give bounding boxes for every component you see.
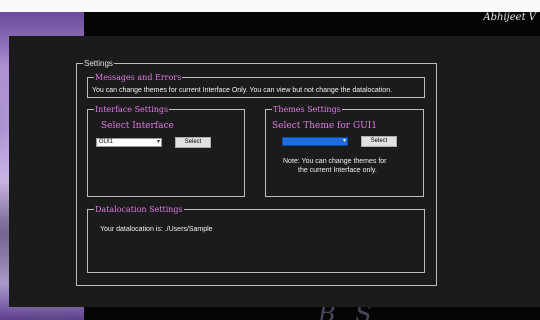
settings-legend: Settings [84, 59, 113, 68]
datalocation-legend: Datalocation Settings [95, 205, 183, 214]
themes-legend: Themes Settings [273, 105, 341, 114]
themes-group: Themes Settings [265, 105, 424, 197]
interface-dropdown[interactable]: GUI1 ▾ [96, 138, 162, 147]
interface-legend: Interface Settings [95, 105, 169, 114]
chevron-down-icon: ▾ [342, 138, 346, 144]
theme-dropdown[interactable]: ▾ [282, 137, 348, 146]
interface-dropdown-value: GUI1 [99, 139, 114, 145]
datalocation-text: Your datalocation is: ./Users/Sample [100, 226, 213, 233]
chevron-down-icon: ▾ [156, 139, 160, 145]
theme-note-line1: Note: You can change themes for [283, 158, 387, 165]
messages-group: Messages and Errors [87, 73, 425, 98]
theme-note-line2: the current Interface only. [298, 167, 377, 174]
datalocation-group: Datalocation Settings [87, 205, 425, 273]
title-bar [0, 0, 540, 12]
interface-group: Interface Settings [87, 105, 245, 197]
select-theme-heading: Select Theme for GUI1 [272, 121, 378, 131]
theme-select-button[interactable]: Select [361, 136, 397, 147]
messages-text: You can change themes for current Interf… [92, 87, 393, 94]
interface-select-button[interactable]: Select [175, 137, 211, 148]
select-interface-heading: Select Interface [101, 121, 174, 131]
brand-signature-top: Abhijeet V [483, 12, 536, 23]
messages-legend: Messages and Errors [95, 73, 182, 82]
